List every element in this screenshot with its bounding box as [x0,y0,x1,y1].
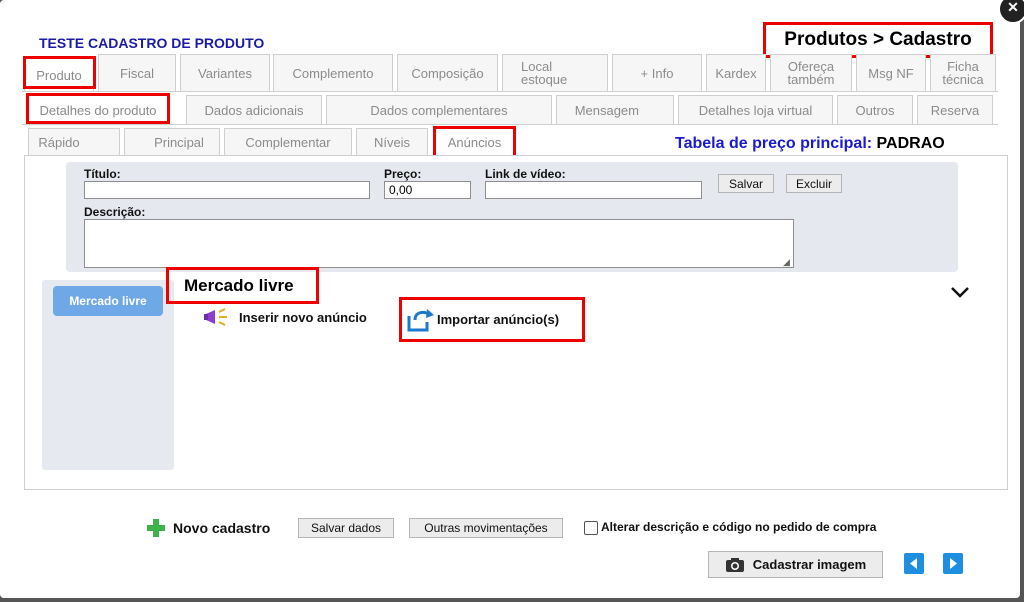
cadastrar-imagem-button[interactable]: Cadastrar imagem [708,551,883,578]
outras-movimentacoes-button[interactable]: Outras movimentações [409,518,563,538]
import-ads-label: Importar anúncio(s) [437,311,560,327]
plus-icon [147,519,165,537]
product-dialog: TESTE CADASTRO DE PRODUTO Produtos > Cad… [0,0,1020,598]
novo-cadastro-label: Novo cadastro [173,520,271,536]
price-table-label: Tabela de preço principal: [675,135,873,152]
previous-arrow-icon[interactable] [904,553,924,574]
breadcrumb: Produtos > Cadastro [763,22,993,58]
tab-label: Dados complementares [370,102,508,118]
insert-ad-label: Inserir novo anúncio [239,309,367,325]
tab-label: Msg NF [868,65,914,81]
tab-local-estoque[interactable]: Local estoque [502,54,608,91]
tab-label: Rápido [38,135,80,150]
link-video-label: Link de vídeo: [485,167,566,181]
tab-label: Mensagem [574,102,639,118]
tab-rapido[interactable]: Rápido [28,128,120,156]
highlight-tab-detalhes [26,93,170,124]
tab-mais-info[interactable]: + Info [612,54,702,91]
alterar-descricao-label: Alterar descrição e código no pedido de … [601,520,877,534]
tab-row2-line [22,124,998,125]
descricao-label: Descrição: [84,205,146,219]
mercado-livre-side-button[interactable]: Mercado livre [53,286,163,316]
preco-label: Preço: [384,167,422,181]
tab-label: Dados adicionais [204,102,304,118]
tab-label: Local estoque [521,59,568,87]
novo-cadastro-action[interactable]: Novo cadastro [145,517,270,539]
megaphone-icon [204,308,227,326]
descricao-textarea[interactable] [84,219,794,268]
tab-label: Complemento [292,65,374,81]
tab-label: Variantes [198,65,252,81]
resize-handle-icon[interactable]: ◢ [783,257,790,268]
tab-niveis[interactable]: Níveis [356,128,428,156]
insert-ad-action[interactable]: Inserir novo anúncio [203,306,367,328]
import-icon [407,309,434,332]
tab-ofereca-tambem[interactable]: Ofereça também [770,54,852,91]
window-title: TESTE CADASTRO DE PRODUTO [39,35,265,51]
next-arrow-icon[interactable] [943,553,963,574]
link-video-input[interactable] [485,181,702,199]
camera-icon [725,557,744,572]
chevron-down-icon[interactable] [948,282,972,302]
price-table-value: PADRAO [876,135,945,152]
tab-complementar[interactable]: Complementar [224,128,352,156]
tab-label: Outros [855,102,895,118]
tab-row1-line [22,91,998,92]
titulo-label: Título: [84,167,121,181]
tab-variantes[interactable]: Variantes [180,54,270,91]
mercado-livre-title: Mercado livre [166,267,319,304]
import-ads-action[interactable]: Importar anúncio(s) [405,306,559,332]
cadastrar-imagem-label: Cadastrar imagem [752,557,867,572]
tab-label: Ficha técnica [942,59,984,87]
tab-label: Detalhes loja virtual [698,102,813,118]
highlight-tab-produto [23,56,96,89]
tab-label: Principal [154,135,204,150]
tab-outros[interactable]: Outros [837,95,913,124]
tab-msg-nf[interactable]: Msg NF [856,54,926,91]
tab-label: Composição [411,65,484,81]
price-table-info: Tabela de preço principal: PADRAO [675,135,945,153]
tab-principal[interactable]: Principal [124,128,220,156]
tab-label: Kardex [715,65,757,81]
tab-detalhes-loja-virtual[interactable]: Detalhes loja virtual [678,95,833,124]
preco-input[interactable]: 0,00 [384,181,471,199]
footer-bar [0,492,1020,598]
salvar-button[interactable]: Salvar [718,174,774,193]
tab-fiscal[interactable]: Fiscal [98,54,176,91]
excluir-button[interactable]: Excluir [786,174,842,193]
titulo-input[interactable] [84,181,370,199]
tab-label: Níveis [373,135,411,150]
tab-ficha-tecnica[interactable]: Ficha técnica [930,54,996,91]
tab-label: Ofereça também [787,59,835,87]
alterar-descricao-checkbox[interactable] [584,521,598,535]
tab-dados-complementares[interactable]: Dados complementares [326,95,552,124]
tab-dados-adicionais[interactable]: Dados adicionais [186,95,322,124]
tab-mensagem[interactable]: Mensagem [556,95,674,124]
tab-kardex[interactable]: Kardex [706,54,766,91]
highlight-tab-anuncios [433,126,516,158]
tab-label: Fiscal [120,65,154,81]
tab-reserva[interactable]: Reserva [917,95,993,124]
tab-label: Complementar [245,135,331,150]
tab-label: Reserva [930,102,980,118]
salvar-dados-button[interactable]: Salvar dados [298,518,394,538]
tab-composicao[interactable]: Composição [397,54,498,91]
tab-label: + Info [640,65,674,81]
tab-complemento[interactable]: Complemento [273,54,393,91]
